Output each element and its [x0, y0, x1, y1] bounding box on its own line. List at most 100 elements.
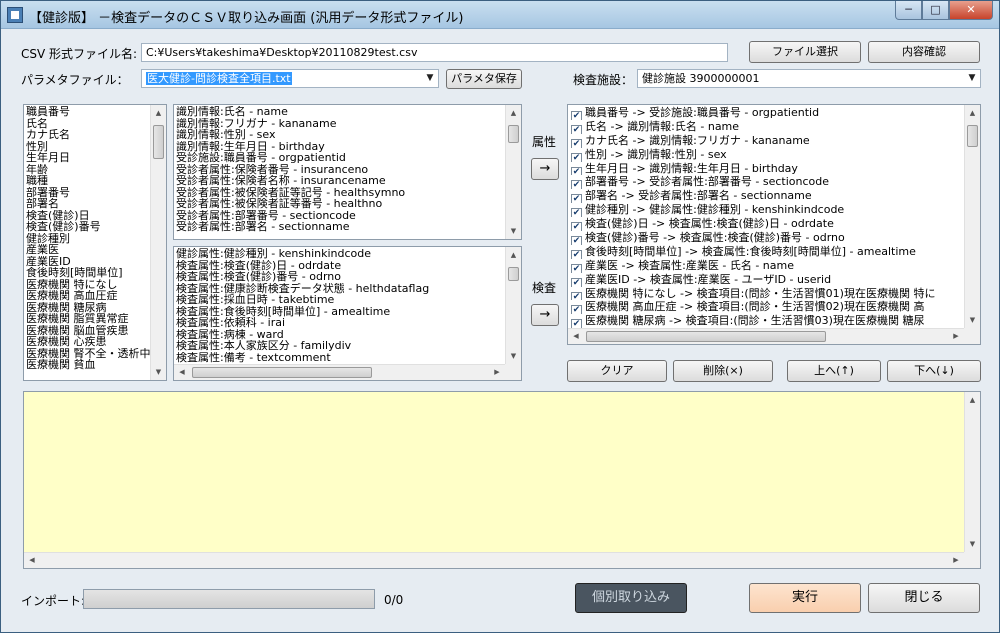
csv-column-item[interactable]: 産業医ID: [26, 256, 151, 268]
exam-item[interactable]: 検査属性:依頼科 - irai: [176, 317, 429, 329]
scroll-up-icon[interactable]: ▲: [965, 392, 980, 408]
delete-button[interactable]: 削除(×): [673, 360, 773, 382]
checkbox[interactable]: ✔: [571, 111, 582, 120]
mapping-item[interactable]: ✔ 産業医 -> 検査属性:産業医 - 氏名 - name: [571, 259, 935, 273]
close-button[interactable]: 閉じる: [868, 583, 980, 613]
scroll-right-icon[interactable]: ▶: [948, 553, 964, 568]
csv-column-item[interactable]: 健診種別: [26, 233, 151, 245]
param-file-select[interactable]: 医大健診-問診検査全項目.txt ▼: [141, 69, 439, 88]
csv-column-item[interactable]: 産業医: [26, 244, 151, 256]
mapping-item[interactable]: ✔ 医療機関 高血圧症 -> 検査項目:(問診・生活習慣02)現在医療機関 高: [571, 300, 935, 315]
checkbox[interactable]: ✔: [571, 305, 582, 315]
checkbox[interactable]: ✔: [571, 222, 582, 232]
csv-column-item[interactable]: 医療機関 脳血管疾患: [26, 325, 151, 337]
mapping-item[interactable]: ✔ 検査(健診)日 -> 検査属性:検査(健診)日 - odrdate: [571, 217, 935, 232]
scroll-thumb[interactable]: [967, 125, 978, 147]
attribute-item[interactable]: 受診者属性:保険者番号 - insuranceno: [176, 164, 405, 176]
attribute-item[interactable]: 識別情報:生年月日 - birthday: [176, 141, 405, 153]
scroll-thumb[interactable]: [153, 125, 164, 159]
mapping-vscrollbar[interactable]: ▲ ▼: [964, 105, 980, 328]
scroll-thumb[interactable]: [586, 331, 826, 342]
attribute-item[interactable]: 受診者属性:保険者名称 - insurancename: [176, 175, 405, 187]
scroll-thumb[interactable]: [508, 125, 519, 143]
exam-item[interactable]: 検査属性:食後時刻[時間単位] - amealtime: [176, 306, 429, 318]
csv-column-item[interactable]: 食後時刻[時間単位]: [26, 267, 151, 279]
clear-button[interactable]: クリア: [567, 360, 667, 382]
scroll-up-icon[interactable]: ▲: [151, 105, 166, 121]
scroll-down-icon[interactable]: ▼: [506, 223, 521, 239]
add-attribute-button[interactable]: →: [531, 158, 559, 180]
attribute-scrollbar[interactable]: ▲ ▼: [505, 105, 521, 239]
csv-column-item[interactable]: 部署番号: [26, 187, 151, 199]
param-save-button[interactable]: パラメタ保存: [446, 69, 522, 89]
csv-column-item[interactable]: 職員番号: [26, 106, 151, 118]
attribute-item[interactable]: 受診者属性:部署名 - sectionname: [176, 221, 405, 233]
attribute-item[interactable]: 受診施設:職員番号 - orgpatientid: [176, 152, 405, 164]
csv-column-item[interactable]: 検査(健診)日: [26, 210, 151, 222]
exam-item[interactable]: 検査属性:採血日時 - takebtime: [176, 294, 429, 306]
mapping-hscrollbar[interactable]: ◀ ▶: [568, 328, 964, 344]
attribute-item[interactable]: 受診者属性:被保険者証等番号 - healthno: [176, 198, 405, 210]
scroll-thumb[interactable]: [508, 267, 519, 281]
exam-item-list[interactable]: 健診属性:健診種別 - kenshinkindcode 検査属性:検査(健診)日 …: [173, 246, 522, 381]
csv-column-item[interactable]: 性別: [26, 141, 151, 153]
csv-column-item[interactable]: 部署名: [26, 198, 151, 210]
scroll-left-icon[interactable]: ◀: [174, 365, 190, 380]
individual-import-button[interactable]: 個別取り込み: [575, 583, 687, 613]
checkbox[interactable]: ✔: [571, 263, 582, 273]
csv-column-item[interactable]: 氏名: [26, 118, 151, 130]
scroll-left-icon[interactable]: ◀: [24, 553, 40, 568]
checkbox[interactable]: ✔: [571, 291, 582, 301]
scroll-up-icon[interactable]: ▲: [506, 247, 521, 263]
csv-column-item[interactable]: カナ氏名: [26, 129, 151, 141]
maximize-button[interactable]: □: [922, 1, 949, 20]
move-down-button[interactable]: 下へ(↓): [887, 360, 981, 382]
exam-item[interactable]: 検査属性:健康診断検査データ状態 - helthdataflag: [176, 283, 429, 295]
mapping-item[interactable]: ✔ 部署番号 -> 受診者属性:部署番号 - sectioncode: [571, 175, 935, 190]
facility-select[interactable]: 健診施設 3900000001 ▼: [637, 69, 981, 88]
csv-column-item[interactable]: 医療機関 特になし: [26, 279, 151, 291]
mapping-item[interactable]: ✔ 検査(健診)番号 -> 検査属性:検査(健診)番号 - odrno: [571, 231, 935, 245]
attribute-item[interactable]: 受診者属性:被保険者証等記号 - healthsymno: [176, 187, 405, 199]
mapping-item[interactable]: ✔ 医療機関 特になし -> 検査項目:(問診・生活習慣01)現在医療機関 特に: [571, 287, 935, 301]
log-area[interactable]: ▲ ▼ ◀ ▶: [23, 391, 981, 569]
exam-item[interactable]: 検査属性:検査(健診)日 - odrdate: [176, 260, 429, 272]
mapping-item[interactable]: ✔ 健診種別 -> 健診属性:健診種別 - kenshinkindcode: [571, 203, 935, 218]
checkbox[interactable]: ✔: [571, 138, 582, 148]
file-select-button[interactable]: ファイル選択: [749, 41, 861, 63]
csv-column-item[interactable]: 年齢: [26, 164, 151, 176]
attribute-item[interactable]: 識別情報:フリガナ - kananame: [176, 118, 405, 130]
checkbox[interactable]: ✔: [571, 166, 582, 176]
checkbox[interactable]: ✔: [571, 319, 582, 329]
checkbox[interactable]: ✔: [571, 180, 582, 190]
csv-column-item[interactable]: 検査(健診)番号: [26, 221, 151, 233]
log-hscrollbar[interactable]: ◀ ▶: [24, 552, 964, 568]
exam-item[interactable]: 検査属性:病棟 - ward: [176, 329, 429, 341]
mapping-item[interactable]: ✔ カナ氏名 -> 識別情報:フリガナ - kananame: [571, 134, 935, 148]
mapping-item[interactable]: ✔ 部署名 -> 受診者属性:部署名 - sectionname: [571, 189, 935, 204]
move-up-button[interactable]: 上へ(↑): [787, 360, 881, 382]
exam-item[interactable]: 検査属性:本人家族区分 - familydiv: [176, 340, 429, 352]
add-exam-button[interactable]: →: [531, 304, 559, 326]
csv-column-scrollbar[interactable]: ▲ ▼: [150, 105, 166, 380]
scroll-up-icon[interactable]: ▲: [965, 105, 980, 121]
title-bar[interactable]: 【健診版】 －検査データのＣＳＶ取り込み画面 (汎用データ形式ファイル) ─ □…: [1, 1, 999, 29]
scroll-down-icon[interactable]: ▼: [506, 348, 521, 364]
run-button[interactable]: 実行: [749, 583, 861, 613]
checkbox[interactable]: ✔: [571, 236, 582, 245]
mapping-item[interactable]: ✔ 医療機関 糖尿病 -> 検査項目:(問診・生活習慣03)現在医療機関 糖尿: [571, 314, 935, 329]
exam-vscrollbar[interactable]: ▲ ▼: [505, 247, 521, 364]
attribute-item[interactable]: 識別情報:氏名 - name: [176, 106, 405, 118]
csv-column-list[interactable]: 職員番号 氏名 カナ氏名 性別 生年月日 年齢 職種 部署番号 部署名 検査(健診)日 検査(健診)…: [23, 104, 167, 381]
checkbox[interactable]: ✔: [571, 208, 582, 218]
scroll-left-icon[interactable]: ◀: [568, 329, 584, 344]
exam-item[interactable]: 検査属性:備考 - textcomment: [176, 352, 429, 364]
scroll-down-icon[interactable]: ▼: [151, 364, 166, 380]
exam-item[interactable]: 健診属性:健診種別 - kenshinkindcode: [176, 248, 429, 260]
checkbox[interactable]: ✔: [571, 277, 582, 287]
csv-column-item[interactable]: 医療機関 脂質異常症: [26, 313, 151, 325]
scroll-down-icon[interactable]: ▼: [965, 536, 980, 552]
mapping-item[interactable]: ✔ 性別 -> 識別情報:性別 - sex: [571, 148, 935, 162]
exam-item[interactable]: 検査属性:検査(健診)番号 - odrno: [176, 271, 429, 283]
minimize-button[interactable]: ─: [895, 1, 922, 20]
